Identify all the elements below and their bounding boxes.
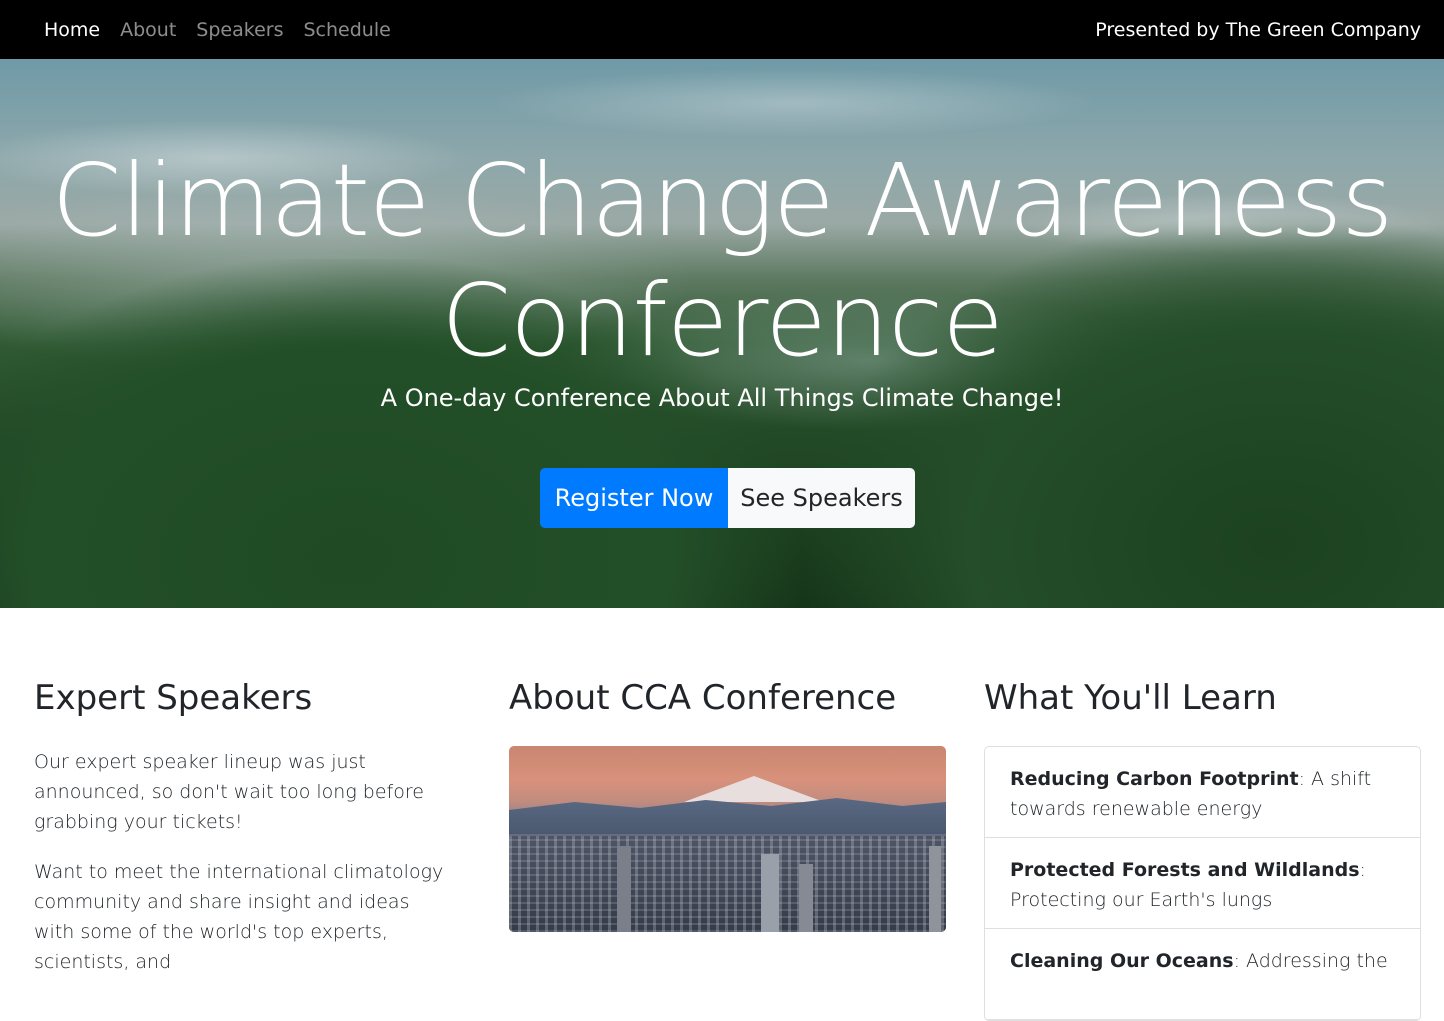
nav-links: Home About Speakers Schedule — [44, 19, 391, 41]
list-item: Cleaning Our Oceans: Addressing the — [985, 929, 1420, 1020]
top-navbar: Home About Speakers Schedule Presented b… — [0, 0, 1444, 59]
hero-subtitle: A One-day Conference About All Things Cl… — [380, 384, 1064, 412]
nav-link-home[interactable]: Home — [44, 19, 100, 41]
list-item-title: Reducing Carbon Footprint — [1010, 768, 1299, 790]
nav-link-speakers[interactable]: Speakers — [196, 19, 283, 41]
list-item-text: Addressing the — [1239, 950, 1388, 972]
presented-by-text: Presented by The Green Company — [1095, 18, 1421, 41]
list-item: Protected Forests and Wildlands: Protect… — [985, 838, 1420, 929]
about-heading: About CCA Conference — [509, 678, 897, 718]
skyscraper — [799, 864, 813, 932]
city-mountain-photo — [509, 746, 946, 932]
skyscraper — [761, 854, 779, 932]
nav-link-about[interactable]: About — [120, 19, 176, 41]
hero-title: Climate Change Awareness Conference — [0, 141, 1444, 381]
mountain-peak — [684, 776, 824, 802]
list-item-text: Protecting our Earth's lungs — [1010, 889, 1273, 911]
see-speakers-button[interactable]: See Speakers — [728, 468, 915, 528]
list-item-title: Protected Forests and Wildlands — [1010, 859, 1360, 881]
learn-heading: What You'll Learn — [984, 678, 1277, 718]
learn-column: What You'll Learn Reducing Carbon Footpr… — [984, 676, 1421, 1021]
nav-link-schedule[interactable]: Schedule — [303, 19, 390, 41]
hero-button-group: Register Now See Speakers — [540, 468, 915, 528]
learn-list: Reducing Carbon Footprint: A shift towar… — [984, 746, 1421, 1021]
list-item: Reducing Carbon Footprint: A shift towar… — [985, 747, 1420, 838]
speakers-paragraph-2: Want to meet the international climatolo… — [34, 861, 444, 973]
register-now-button[interactable]: Register Now — [540, 468, 728, 528]
expert-speakers-heading: Expert Speakers — [34, 678, 313, 718]
list-item-title: Cleaning Our Oceans — [1010, 950, 1234, 972]
hero-section: Climate Change Awareness Conference A On… — [0, 59, 1444, 608]
expert-speakers-column: Expert Speakers Our expert speaker lineu… — [34, 676, 454, 973]
hero-title-line2: Conference — [441, 262, 1003, 379]
about-column: About CCA Conference — [509, 676, 946, 932]
hero-title-line1: Climate Change Awareness — [51, 142, 1394, 259]
skyscraper — [929, 846, 941, 932]
city-skyline — [509, 836, 946, 932]
skyscraper — [617, 846, 631, 932]
speakers-paragraph-1: Our expert speaker lineup was just annou… — [34, 751, 424, 833]
